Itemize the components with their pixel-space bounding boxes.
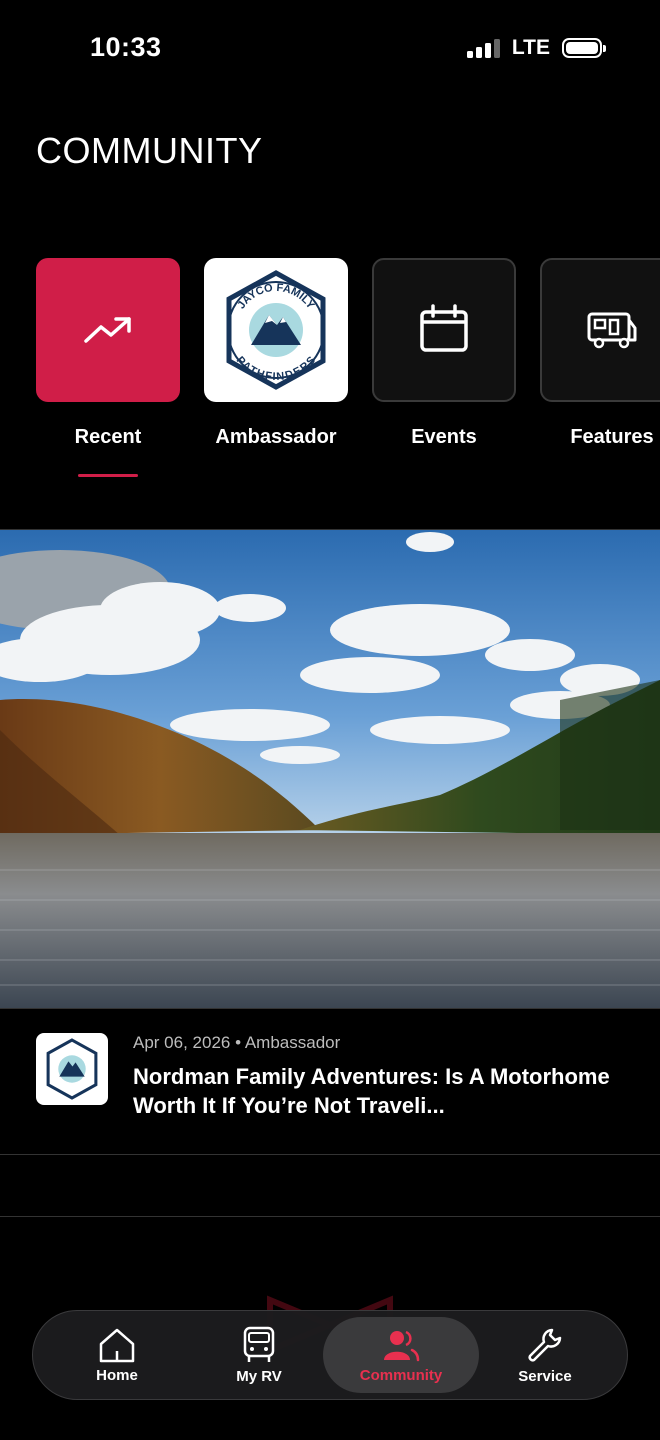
home-icon <box>99 1328 135 1362</box>
selected-indicator <box>78 474 138 477</box>
page-title: COMMUNITY <box>36 130 263 171</box>
post-date: Apr 06, 2026 <box>133 1033 231 1052</box>
post-hero-image[interactable] <box>0 530 660 1008</box>
battery-icon <box>562 38 606 58</box>
post-category: Ambassador <box>244 1033 341 1052</box>
tab-home[interactable]: Home <box>47 1311 187 1399</box>
divider <box>0 1216 660 1217</box>
tab-label: My RV <box>236 1367 282 1385</box>
category-label: Ambassador <box>215 426 337 448</box>
status-indicators: LTE <box>466 36 606 60</box>
bottom-tab-bar: Home My RV Community Service <box>32 1310 628 1400</box>
rv-front-icon <box>243 1326 275 1362</box>
category-features[interactable]: Features <box>540 258 660 448</box>
divider <box>0 1154 660 1155</box>
tab-label: Home <box>96 1366 138 1384</box>
category-label: Features <box>570 426 654 448</box>
category-tile[interactable] <box>540 258 660 402</box>
category-tile[interactable]: JAYCO FAMILY PATHFINDERS <box>204 258 348 402</box>
tab-service[interactable]: Service <box>475 1311 615 1399</box>
status-time: 10:33 <box>90 32 162 62</box>
category-tile[interactable] <box>372 258 516 402</box>
post-thumbnail[interactable] <box>36 1033 108 1105</box>
lake-landscape-image <box>0 530 660 1008</box>
community-icon <box>384 1330 420 1361</box>
category-label: Events <box>411 426 477 448</box>
tab-community[interactable]: Community <box>323 1317 479 1393</box>
jayco-family-pathfinders-logo: JAYCO FAMILY PATHFINDERS <box>226 270 326 390</box>
tab-label: Community <box>359 1366 443 1384</box>
calendar-icon <box>420 304 468 352</box>
category-events[interactable]: Events <box>372 258 516 448</box>
wrench-icon <box>528 1328 562 1362</box>
tab-label: Service <box>518 1367 572 1385</box>
signal-icon <box>466 38 500 58</box>
category-recent[interactable]: Recent <box>36 258 180 477</box>
jayco-family-pathfinders-logo <box>46 1038 98 1100</box>
network-label: LTE <box>511 36 550 59</box>
trending-up-icon <box>84 317 131 343</box>
tab-my-rv[interactable]: My RV <box>189 1311 329 1399</box>
post-meta: Apr 06, 2026 • Ambassador <box>133 1033 340 1053</box>
divider <box>0 1008 660 1009</box>
meta-separator: • <box>235 1033 245 1052</box>
rv-icon <box>587 312 637 349</box>
post-title[interactable]: Nordman Family Adventures: Is A Motorhom… <box>133 1062 633 1120</box>
category-ambassador[interactable]: JAYCO FAMILY PATHFINDERS Ambassador <box>204 258 348 448</box>
category-label: Recent <box>74 426 142 448</box>
category-tile[interactable] <box>36 258 180 402</box>
